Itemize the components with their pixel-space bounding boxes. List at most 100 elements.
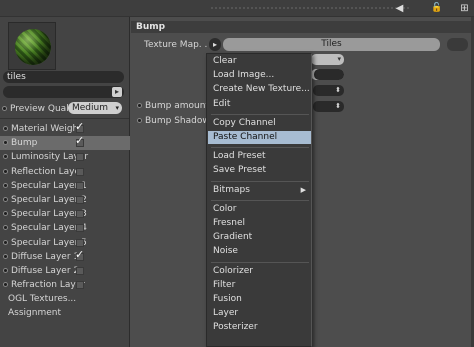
section-title: Bump (131, 21, 474, 33)
menu-item-load-image[interactable]: Load Image... (208, 69, 311, 82)
texture-map-field[interactable]: Tiles (223, 38, 440, 51)
checkbox[interactable] (76, 238, 84, 247)
checkbox[interactable] (76, 167, 84, 176)
menu-separator (211, 180, 309, 182)
preview-quality-select[interactable]: Medium ▾ (68, 102, 122, 114)
channel-item[interactable]: OGL Textures... (0, 292, 130, 306)
texture-context-menu: Clear Load Image... Create New Texture... E… (206, 53, 312, 347)
radio-icon[interactable] (3, 168, 8, 174)
channel-item[interactable]: Specular Layer 4 (0, 221, 130, 235)
channel-item[interactable]: Material Weight ✓ (0, 121, 130, 136)
back-arrow-icon[interactable]: ◀ (394, 3, 405, 14)
checkmark-icon: ✓ (75, 134, 85, 148)
channel-label: Diffuse Layer 1 (11, 251, 80, 262)
channel-item[interactable]: Assignment (0, 306, 130, 320)
channel-item[interactable]: Specular Layer 3 (0, 207, 130, 221)
channel-item[interactable]: Reflection Layer (0, 165, 130, 179)
texture-menu-button[interactable]: ▸ (209, 38, 221, 51)
channel-label: Assignment (8, 308, 61, 319)
menu-item-colorizer[interactable]: Colorizer (208, 265, 311, 278)
menu-item-bitmaps[interactable]: Bitmaps ▶ (208, 184, 311, 197)
hidden-dropdown-1[interactable]: ▾ (311, 54, 344, 65)
menu-item-gradient[interactable]: Gradient (208, 231, 311, 244)
channel-label: Reflection Layer (11, 166, 84, 177)
menu-separator (211, 147, 309, 149)
radio-icon[interactable] (137, 118, 142, 123)
material-sidebar: tiles ▸ Preview Quality Medium ▾ Materia… (0, 17, 130, 347)
title-bar: ◀ 🔓 ⊞ (0, 0, 474, 17)
slider-arrow-icon[interactable]: ▸ (112, 87, 122, 97)
lock-icon[interactable]: 🔓 (431, 3, 442, 14)
channel-item[interactable]: Specular Layer 5 (0, 236, 130, 250)
radio-icon[interactable] (3, 182, 8, 188)
menu-item-posterizer[interactable]: Posterizer (208, 321, 311, 334)
menu-item-load-preset[interactable]: Load Preset (208, 150, 311, 163)
hidden-spinner-2[interactable]: ⬍ (313, 101, 344, 112)
radio-icon[interactable] (3, 196, 8, 202)
menu-item-clear[interactable]: Clear (208, 55, 311, 68)
menu-separator (211, 261, 309, 263)
expand-icon[interactable]: ⊞ (459, 3, 470, 14)
channel-label: Bump (11, 138, 38, 149)
channel-label: OGL Textures... (8, 294, 77, 305)
radio-icon[interactable] (3, 154, 8, 160)
radio-icon[interactable] (3, 126, 8, 131)
checkbox[interactable] (76, 281, 84, 290)
checkbox[interactable] (76, 153, 84, 162)
bump-amount-label[interactable]: Bump amount (137, 100, 209, 112)
menu-item-fresnel[interactable]: Fresnel (208, 217, 311, 230)
radio-icon[interactable] (137, 103, 142, 108)
hidden-spinner-1[interactable]: ⬍ (313, 85, 344, 96)
menu-item-edit[interactable]: Edit (208, 98, 311, 111)
menu-item-fusion[interactable]: Fusion (208, 293, 311, 306)
material-name-field[interactable]: tiles (3, 71, 124, 83)
menu-item-layer[interactable]: Layer (208, 307, 311, 320)
material-preview[interactable] (8, 22, 56, 70)
menu-separator (211, 113, 309, 115)
material-preview-sphere (15, 29, 51, 65)
checkbox[interactable] (76, 181, 84, 190)
menu-item-create-new-texture[interactable]: Create New Texture... (208, 83, 311, 96)
checkbox[interactable] (76, 224, 84, 233)
divider (0, 118, 129, 119)
channel-label: Material Weight (11, 124, 82, 134)
menu-item-save-preset[interactable]: Save Preset (208, 164, 311, 177)
menu-item-color[interactable]: Color (208, 203, 311, 216)
texture-end-button[interactable] (447, 38, 468, 51)
preview-quality-value: Medium (72, 103, 108, 113)
channel-item[interactable]: Luminosity Layer (0, 150, 130, 164)
channel-list: Material Weight ✓ Bump ✓ Luminosity Layer Ref… (0, 121, 130, 321)
radio-icon[interactable] (3, 282, 8, 288)
radio-icon[interactable] (3, 225, 8, 231)
checkbox[interactable] (76, 266, 84, 275)
bump-shadows-label[interactable]: Bump Shadows (137, 115, 214, 127)
menu-item-noise[interactable]: Noise (208, 245, 311, 258)
material-slider[interactable]: ▸ (3, 86, 124, 98)
checkbox[interactable] (76, 195, 84, 204)
submenu-arrow-icon: ▶ (300, 185, 306, 194)
channel-label: Refraction Layer (11, 280, 85, 291)
checkmark-icon: ✓ (75, 247, 85, 261)
menu-separator (211, 199, 309, 201)
radio-icon[interactable] (3, 140, 8, 146)
channel-item[interactable]: Refraction Layer (0, 278, 130, 292)
checkbox[interactable] (76, 210, 84, 219)
channel-label: Diffuse Layer 2 (11, 265, 80, 276)
menu-item-filter[interactable]: Filter (208, 279, 311, 292)
hidden-dropdown-3[interactable] (314, 69, 344, 80)
menu-item-paste-channel[interactable]: Paste Channel (208, 131, 311, 144)
radio-icon[interactable] (3, 239, 8, 245)
radio-icon[interactable] (3, 253, 8, 259)
title-bar-grip[interactable] (210, 7, 410, 9)
channel-item[interactable]: Diffuse Layer 1 ✓ (0, 247, 130, 264)
radio-icon[interactable] (2, 106, 7, 111)
channel-item[interactable]: Diffuse Layer 2 (0, 264, 130, 278)
channel-item[interactable]: Specular Layer 1 (0, 179, 130, 193)
radio-icon[interactable] (3, 211, 8, 217)
menu-item-copy-channel[interactable]: Copy Channel (208, 117, 311, 130)
channel-item[interactable]: Specular Layer 2 (0, 193, 130, 207)
radio-icon[interactable] (3, 267, 8, 273)
channel-item[interactable]: Bump ✓ (0, 134, 130, 151)
dropdown-arrow-icon: ▾ (115, 104, 119, 112)
texture-map-label: Texture Map. . . (144, 40, 214, 50)
